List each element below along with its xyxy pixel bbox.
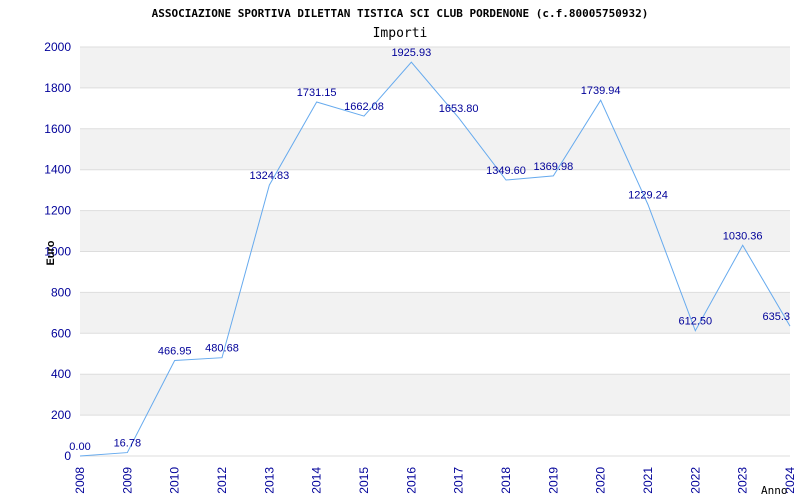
x-tick-label: 2019	[546, 467, 560, 494]
y-tick-label: 800	[51, 285, 71, 299]
chart-subtitle: Importi	[373, 26, 428, 41]
data-label: 0.00	[69, 441, 90, 453]
y-tick-label: 600	[51, 326, 71, 340]
x-tick-label: 2023	[736, 467, 750, 494]
data-label: 480.68	[205, 343, 239, 355]
x-tick-label: 2009	[120, 467, 134, 494]
x-tick-label: 2012	[215, 467, 229, 494]
chart-title: ASSOCIAZIONE SPORTIVA DILETTAN TISTICA S…	[152, 7, 649, 20]
x-axis-label: Anno	[761, 484, 788, 497]
y-tick-label: 200	[51, 408, 71, 422]
data-label: 16.78	[114, 438, 142, 450]
x-tick-label: 2018	[499, 467, 513, 494]
data-label: 1349.60	[486, 165, 526, 177]
data-label: 1030.36	[723, 230, 763, 242]
line-chart: ASSOCIAZIONE SPORTIVA DILETTAN TISTICA S…	[44, 7, 797, 497]
y-tick-label: 1600	[44, 122, 71, 136]
x-tick-label: 2017	[452, 467, 466, 494]
grid-band	[80, 128, 790, 170]
data-label: 1229.24	[628, 190, 668, 202]
grid-band	[80, 210, 790, 252]
x-tick-label: 2015	[357, 467, 371, 494]
x-tick-label: 2010	[168, 467, 182, 494]
data-label: 1662.08	[344, 101, 384, 113]
x-axis-ticks: 2008 2009 2010 2012 2013 2014 2015 2016 2017 2018…	[73, 467, 797, 494]
y-tick-label: 1800	[44, 81, 71, 95]
data-label: 1369.98	[533, 161, 573, 173]
y-tick-label: 1200	[44, 204, 71, 218]
y-tick-label: 1400	[44, 163, 71, 177]
data-label: 1731.15	[297, 87, 337, 99]
y-tick-label: 2000	[44, 40, 71, 54]
y-tick-label: 400	[51, 367, 71, 381]
data-label: 1739.94	[581, 85, 621, 97]
x-tick-label: 2016	[404, 467, 418, 494]
data-label: 612.50	[679, 316, 713, 328]
x-tick-label: 2008	[73, 467, 87, 494]
y-axis-label: Euro	[45, 240, 57, 265]
x-tick-label: 2020	[594, 467, 608, 494]
data-label: 1925.93	[391, 47, 431, 59]
x-tick-label: 2013	[262, 467, 276, 494]
data-label: 466.95	[158, 346, 192, 358]
data-label: 1653.80	[439, 103, 479, 115]
data-label: 635.3	[762, 311, 790, 323]
x-tick-label: 2021	[641, 467, 655, 494]
x-tick-label: 2014	[310, 467, 324, 494]
x-tick-label: 2022	[688, 467, 702, 494]
grid-band	[80, 47, 790, 88]
grid-band	[80, 374, 790, 416]
data-label: 1324.83	[249, 170, 289, 182]
